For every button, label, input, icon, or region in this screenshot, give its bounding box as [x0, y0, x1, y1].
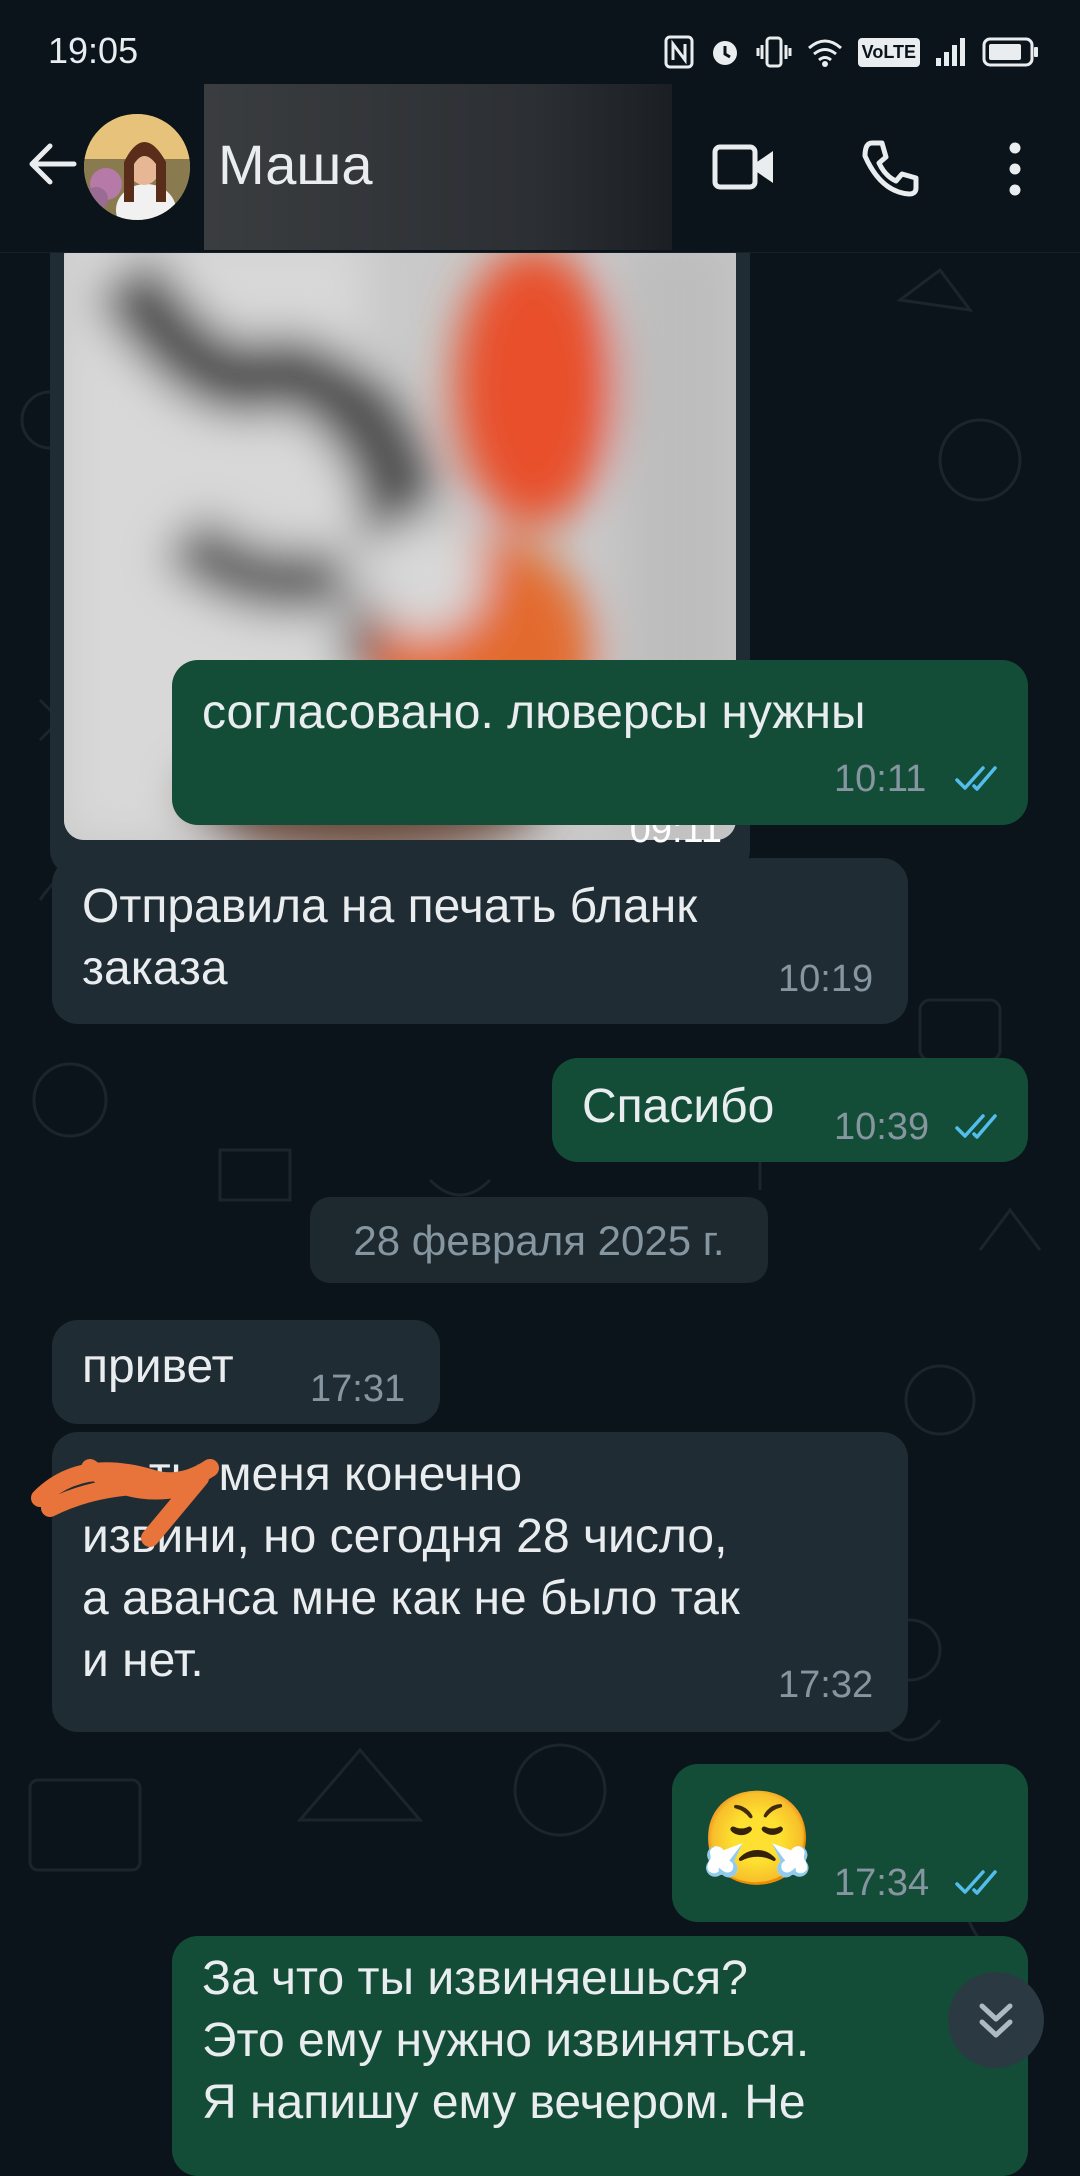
nfc-icon: [664, 35, 694, 69]
redaction-scribble: [31, 1459, 219, 1547]
message-list[interactable]: 09:11 согласовано. люверсы нужны 10:11 О…: [0, 222, 1080, 2176]
outgoing-message[interactable]: Спасибо 10:39: [552, 1058, 1028, 1162]
message-text: Спасибо: [582, 1080, 775, 1133]
more-options-icon[interactable]: [1000, 138, 1030, 200]
back-arrow-icon[interactable]: [22, 134, 82, 194]
emoji-sticker: 😤: [700, 1788, 815, 1890]
vibrate-icon: [756, 36, 792, 68]
message-time: 10:39: [834, 1106, 930, 1148]
double-chevron-down-icon: [979, 2003, 1013, 2038]
outgoing-message[interactable]: За что ты извиняешься? Это ему нужно изв…: [172, 1936, 1028, 2176]
contact-name[interactable]: Маша: [218, 132, 373, 197]
signal-icon: [936, 38, 965, 66]
wifi-icon: [807, 39, 842, 67]
video-call-icon[interactable]: [712, 142, 776, 192]
date-separator-text: 28 февраля 2025 г.: [353, 1217, 725, 1264]
message-text: Отправила на печать бланк заказа: [82, 880, 698, 995]
read-receipt-icon: [955, 1870, 997, 1895]
message-text: За что ты извиняешься? Это ему нужно изв…: [202, 1952, 810, 2129]
status-icons: VoLTE: [664, 28, 1040, 76]
message-time: 10:19: [778, 958, 874, 1000]
chat-header: Маша: [0, 82, 1080, 253]
date-separator: 28 февраля 2025 г.: [310, 1197, 768, 1283]
voice-call-icon[interactable]: [858, 138, 920, 200]
outgoing-message[interactable]: 😤 17:34: [672, 1764, 1028, 1922]
outgoing-message[interactable]: согласовано. люверсы нужны 10:11: [172, 660, 1028, 825]
read-receipt-icon: [955, 1114, 997, 1139]
status-time: 19:05: [48, 30, 139, 71]
alarm-icon: [712, 41, 737, 65]
avatar[interactable]: [84, 114, 190, 220]
scroll-to-bottom-button[interactable]: [948, 1972, 1044, 2068]
message-time: 17:31: [310, 1368, 406, 1410]
message-time: 17:34: [834, 1862, 930, 1904]
battery-icon: [982, 37, 1038, 67]
message-time: 17:32: [778, 1664, 874, 1706]
message-text: согласовано. люверсы нужны: [202, 686, 866, 739]
read-receipt-icon: [955, 766, 997, 791]
incoming-message[interactable]: Отправила на печать бланк заказа 10:19: [52, 858, 908, 1024]
volte-badge: VoLTE: [857, 37, 920, 67]
message-text: привет: [82, 1340, 234, 1393]
incoming-message[interactable]: привет 17:31: [52, 1320, 440, 1424]
message-time: 10:11: [834, 758, 927, 800]
